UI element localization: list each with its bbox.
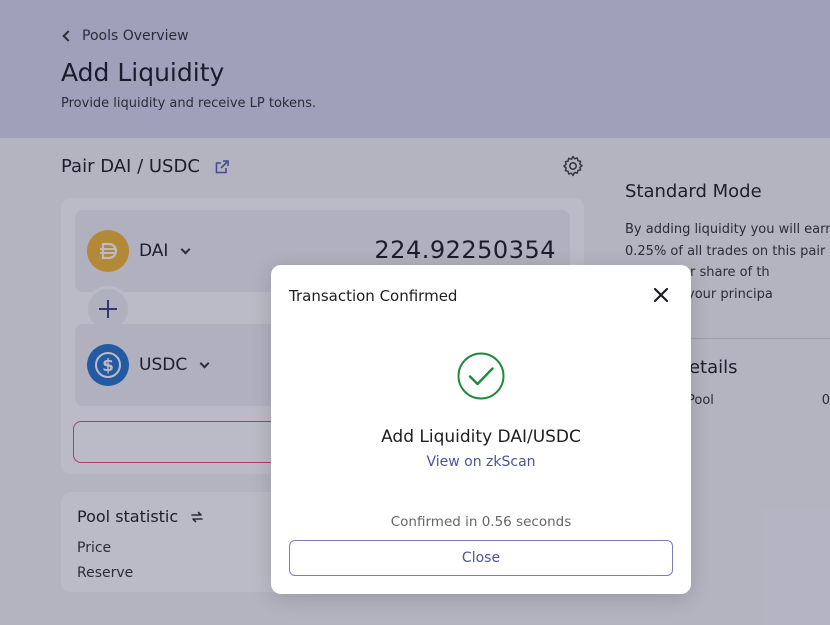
transaction-confirmed-modal: Transaction Confirmed Add Liquidity DAI/… (271, 265, 691, 594)
view-on-zkscan-link[interactable]: View on zkScan (271, 454, 691, 470)
modal-heading: Add Liquidity DAI/USDC (381, 427, 581, 447)
modal-title: Transaction Confirmed (289, 287, 458, 305)
close-icon[interactable] (651, 285, 671, 305)
success-check-icon (457, 352, 505, 400)
close-button[interactable]: Close (289, 540, 673, 576)
confirmation-time: Confirmed in 0.56 seconds (390, 514, 572, 530)
